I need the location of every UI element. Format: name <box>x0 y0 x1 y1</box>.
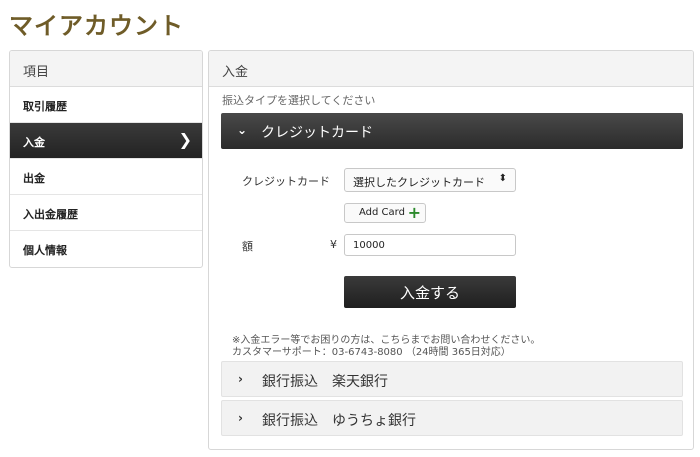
amount-value: 10000 <box>353 240 385 251</box>
amount-label: 額 <box>242 240 253 253</box>
select-value: 選択したクレジットカード <box>353 176 485 189</box>
select-arrow-icon: ⬍ <box>498 173 507 184</box>
credit-card-label: クレジットカード <box>242 175 330 188</box>
amount-input[interactable]: 10000 <box>344 234 516 256</box>
bank-rakuten-accordion[interactable]: › 銀行振込 楽天銀行 <box>221 361 683 397</box>
sidebar-item-label: 個人情報 <box>23 244 67 257</box>
page-title: マイアカウント <box>9 12 184 40</box>
transfer-type-hint: 振込タイプを選択してください <box>222 94 376 107</box>
bank-yucho-accordion[interactable]: › 銀行振込 ゆうちょ銀行 <box>221 400 683 436</box>
chevron-right-icon: ❯ <box>178 130 192 149</box>
sidebar-item-withdraw[interactable]: 出金 <box>10 159 202 195</box>
sidebar-item-label: 入金 <box>23 136 45 149</box>
sidebar-item-personal-info[interactable]: 個人情報 <box>10 231 202 267</box>
sidebar-item-label: 入出金履歴 <box>23 208 78 221</box>
chevron-right-icon: › <box>238 411 243 425</box>
plus-icon: + <box>407 203 421 222</box>
accordion-label: クレジットカード <box>261 125 373 141</box>
support-notice: ※入金エラー等でお困りの方は、こちらまでお問い合わせください。 カスタマーサポー… <box>232 335 540 359</box>
accordion-label: 銀行振込 ゆうちょ銀行 <box>262 413 416 429</box>
credit-card-select[interactable]: 選択したクレジットカード ⬍ <box>344 168 516 192</box>
deposit-submit-button[interactable]: 入金する <box>344 276 516 308</box>
chevron-right-icon: › <box>238 372 243 386</box>
sidebar-item-transaction-history[interactable]: 入出金履歴 <box>10 195 202 231</box>
notice-line: ※入金エラー等でお困りの方は、こちらまでお問い合わせください。 <box>232 335 541 346</box>
sidebar-item-label: 取引履歴 <box>23 100 67 113</box>
accordion-label: 銀行振込 楽天銀行 <box>262 374 388 390</box>
credit-card-accordion[interactable]: ⌄ クレジットカード <box>221 113 683 149</box>
add-card-button[interactable]: Add Card + <box>344 203 426 223</box>
sidebar-item-history[interactable]: 取引履歴 <box>10 87 202 123</box>
sidebar-header: 項目 <box>10 51 202 87</box>
deposit-panel: 入金 振込タイプを選択してください ⌄ クレジットカード クレジットカード 選択… <box>208 50 694 450</box>
sidebar: 項目 取引履歴 入金 ❯ 出金 入出金履歴 個人情報 <box>9 50 203 268</box>
sidebar-item-label: 出金 <box>23 172 45 185</box>
support-contact: カスタマーサポート：03-6743-8080 （24時間 365日対応） <box>232 347 511 358</box>
currency-symbol: ¥ <box>330 238 337 251</box>
add-card-label: Add Card <box>359 207 405 218</box>
sidebar-item-deposit[interactable]: 入金 ❯ <box>10 123 202 159</box>
panel-title: 入金 <box>209 51 693 87</box>
chevron-down-icon: ⌄ <box>237 123 248 137</box>
